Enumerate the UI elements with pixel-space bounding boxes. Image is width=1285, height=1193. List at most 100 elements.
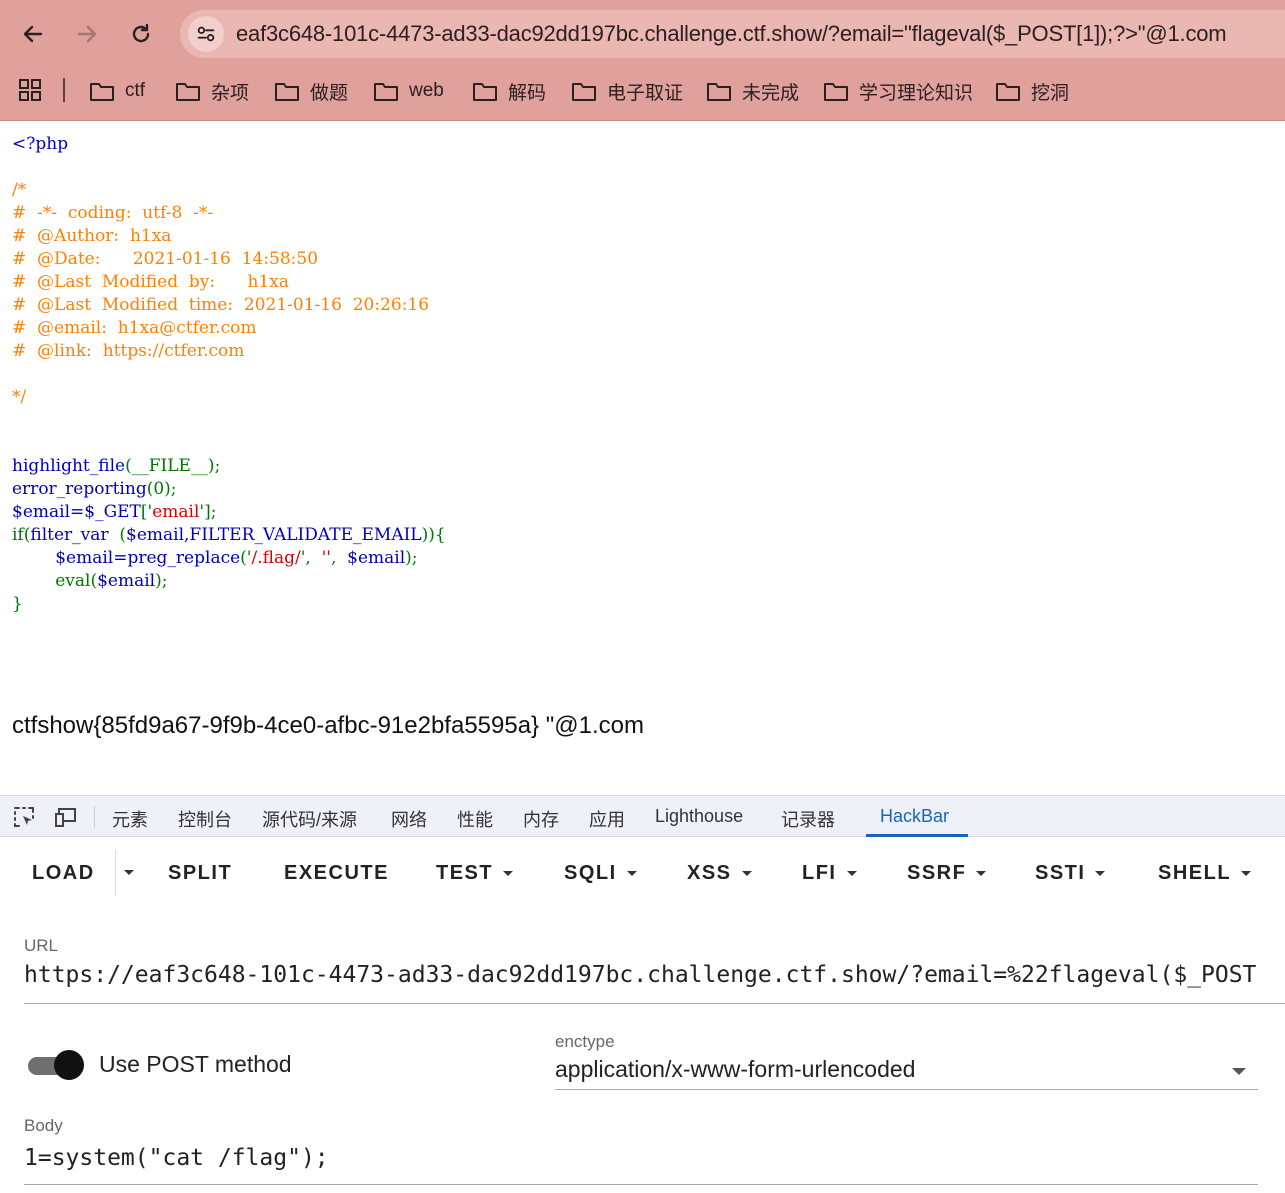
code-token: $email <box>347 548 406 568</box>
code-token: ']; <box>199 502 217 522</box>
code-token: $email=$_GET <box>12 502 141 522</box>
bookmark-folder[interactable]: 杂项 <box>175 76 249 106</box>
bookmark-folder[interactable]: 做题 <box>274 76 348 106</box>
address-bar-url[interactable]: eaf3c648-101c-4473-ad33-dac92dd197bc.cha… <box>236 21 1227 47</box>
folder-icon <box>90 83 114 101</box>
code-token: if( <box>12 525 31 545</box>
code-line: } <box>12 594 23 614</box>
active-tab-indicator <box>866 834 968 837</box>
lfi-menu-button[interactable]: LFI <box>802 862 857 885</box>
code-comment-line: # @Author: h1xa <box>12 226 172 246</box>
ssrf-menu-button[interactable]: SSRF <box>907 862 987 885</box>
address-bar[interactable]: eaf3c648-101c-4473-ad33-dac92dd197bc.cha… <box>180 10 1285 58</box>
enctype-value: application/x-www-form-urlencoded <box>555 1056 916 1082</box>
back-button[interactable] <box>13 14 53 54</box>
folder-icon <box>473 83 497 101</box>
code-comment-line: # -*- coding: utf-8 -*- <box>12 203 214 223</box>
code-token: ( <box>108 525 126 545</box>
reload-button[interactable] <box>121 14 161 54</box>
code-token: /.flag/ <box>251 548 301 568</box>
code-comment-line: /* <box>12 180 27 200</box>
bookmark-folder[interactable]: 挖洞 <box>995 76 1069 106</box>
test-menu-button[interactable]: TEST <box>436 862 514 885</box>
apps-grid-icon[interactable] <box>19 79 41 101</box>
tab-hackbar[interactable]: HackBar <box>880 806 949 827</box>
hackbar-url-input[interactable]: https://eaf3c648-101c-4473-ad33-dac92dd1… <box>24 962 1285 1004</box>
code-token: $email,FILTER_VALIDATE_EMAIL <box>126 525 422 545</box>
ssti-menu-button[interactable]: SSTI <box>1035 862 1106 885</box>
sqli-menu-button[interactable]: SQLI <box>564 862 637 885</box>
code-line: error_reporting(0); <box>12 478 177 501</box>
shell-menu-button[interactable]: SHELL <box>1158 862 1252 885</box>
folder-icon <box>996 83 1020 101</box>
code-token: (__FILE__); <box>125 456 221 476</box>
tab-performance[interactable]: 性能 <box>457 806 493 832</box>
code-token: email <box>152 502 200 522</box>
caret-down-icon <box>741 871 752 876</box>
code-token: $email=preg_replace <box>12 548 241 568</box>
execute-label: EXECUTE <box>284 862 389 884</box>
folder-icon <box>275 83 299 101</box>
load-button[interactable]: LOAD <box>32 862 95 885</box>
code-token: [' <box>140 502 153 522</box>
load-split-divider <box>115 850 116 896</box>
code-token: $email <box>97 571 156 591</box>
code-token: highlight_file <box>12 456 126 476</box>
bookmark-label: 挖洞 <box>1031 82 1070 104</box>
use-post-toggle[interactable] <box>26 1050 84 1080</box>
hackbar-toolbar: LOAD SPLIT EXECUTE TEST SQLI XSS LFI SSR… <box>0 850 1285 898</box>
tab-recorder[interactable]: 记录器 <box>781 806 835 832</box>
forward-button[interactable] <box>67 14 107 54</box>
bookmark-label: 做题 <box>310 82 349 104</box>
folder-icon <box>707 83 731 101</box>
hackbar-body-input[interactable]: 1=system("cat /flag"); <box>24 1145 1258 1185</box>
browser-chrome: eaf3c648-101c-4473-ad33-dac92dd197bc.cha… <box>0 0 1285 121</box>
tab-elements[interactable]: 元素 <box>112 806 148 832</box>
code-token: (' <box>240 548 252 568</box>
code-token: error_reporting <box>12 479 147 499</box>
folder-icon <box>572 83 596 101</box>
tab-memory[interactable]: 内存 <box>523 806 559 832</box>
code-token: ', <box>300 548 322 568</box>
split-button[interactable]: SPLIT <box>168 862 232 885</box>
execute-button[interactable]: EXECUTE <box>284 862 389 885</box>
tab-lighthouse[interactable]: Lighthouse <box>655 806 743 827</box>
ssrf-label: SSRF <box>907 862 967 884</box>
folder-icon <box>824 83 848 101</box>
caret-down-icon <box>976 871 987 876</box>
toggle-knob <box>54 1050 84 1080</box>
bookmark-folder[interactable]: web <box>373 76 444 106</box>
device-toolbar-icon[interactable] <box>54 805 78 829</box>
site-info-button[interactable] <box>188 16 224 52</box>
php-open-tag: <?php <box>12 134 69 154</box>
ssti-label: SSTI <box>1035 862 1086 884</box>
back-arrow-icon <box>23 25 43 43</box>
bookmark-label: ctf <box>125 80 146 101</box>
inspect-element-icon[interactable] <box>12 805 36 829</box>
devtools-tab-bar: 元素 控制台 源代码/来源 网络 性能 内存 应用 Lighthouse 记录器… <box>0 795 1285 837</box>
load-dropdown-button[interactable] <box>124 870 134 875</box>
tab-network[interactable]: 网络 <box>391 806 427 832</box>
bookmark-folder[interactable]: 学习理论知识 <box>823 76 973 106</box>
lfi-label: LFI <box>802 862 837 884</box>
enctype-label: enctype <box>555 1032 615 1051</box>
code-line: eval($email); <box>12 570 167 593</box>
dropdown-arrow-icon <box>1232 1068 1246 1075</box>
bookmark-folder[interactable]: 电子取证 <box>571 76 683 106</box>
caret-down-icon <box>626 871 637 876</box>
tab-console[interactable]: 控制台 <box>178 806 232 832</box>
xss-menu-button[interactable]: XSS <box>687 862 752 885</box>
bookmark-folder[interactable]: ctf <box>89 76 145 106</box>
tab-application[interactable]: 应用 <box>589 806 625 832</box>
bookmark-label: 学习理论知识 <box>859 82 974 104</box>
use-post-label: Use POST method <box>99 1051 292 1077</box>
tab-sources[interactable]: 源代码/来源 <box>262 806 357 832</box>
enctype-select[interactable]: application/x-www-form-urlencoded <box>555 1054 1258 1090</box>
code-token: '' <box>321 548 331 568</box>
bookmark-folder[interactable]: 解码 <box>472 76 546 106</box>
reload-icon <box>132 23 150 43</box>
bookmark-folder[interactable]: 未完成 <box>706 76 799 106</box>
code-comment-line: # @link: https://ctfer.com <box>12 341 245 361</box>
bookmarks-bar: ctf 杂项 做题 web 解码 电子取证 未完成 学习理论知识 挖洞 <box>0 70 1285 112</box>
caret-down-icon <box>503 871 514 876</box>
